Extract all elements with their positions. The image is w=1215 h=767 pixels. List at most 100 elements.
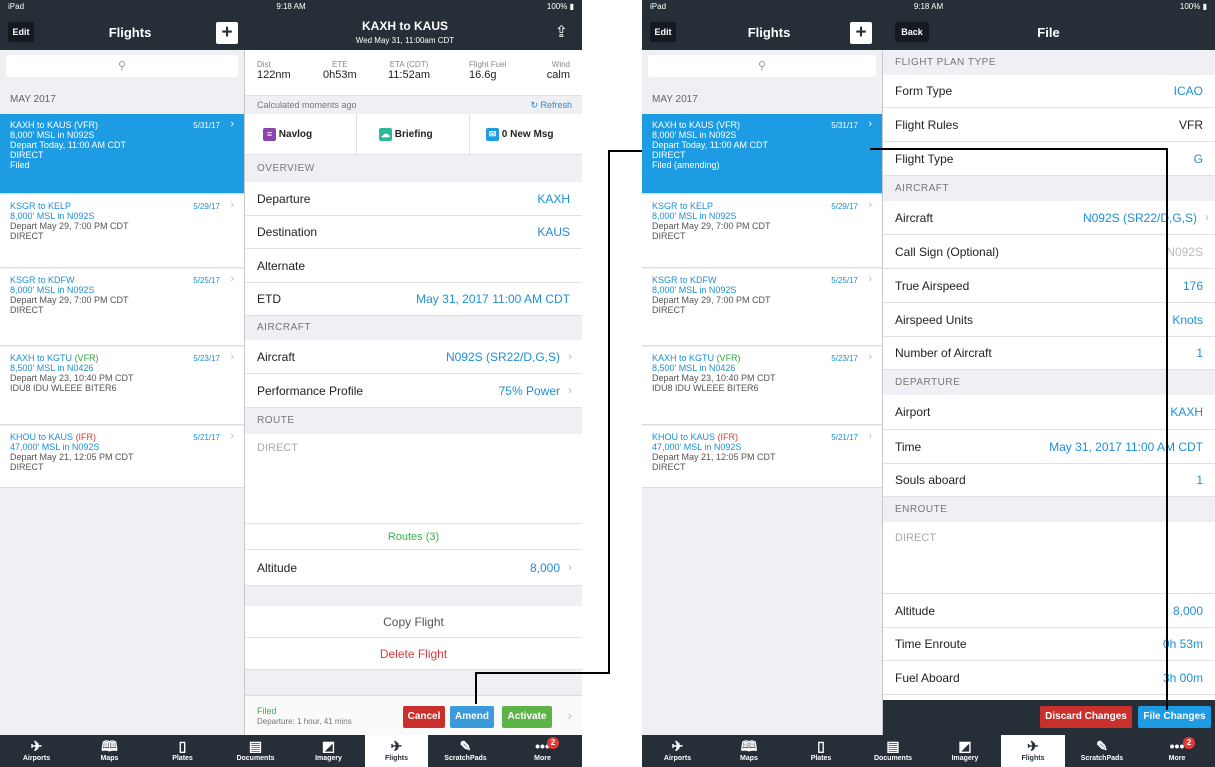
connector-line (608, 150, 642, 152)
add-flight-button[interactable]: + (216, 22, 238, 44)
aircraft-row[interactable]: Aircraft N092S (SR22/D,G,S) › (245, 340, 582, 374)
from: KHOU (652, 432, 679, 442)
message-icon: ✉ (486, 128, 499, 141)
flight-list: ⚲ MAY 2017 KAXH to KAUS (VFR) 8,000' MSL… (0, 50, 245, 735)
summary-value: 122nm (257, 69, 291, 81)
tab-maps[interactable]: 🕮 Maps (73, 735, 146, 767)
flight-item-selected[interactable]: KAXH to KAUS (VFR) 8,000' MSL in N092S D… (0, 114, 244, 194)
route-editor[interactable]: DIRECT (245, 434, 582, 524)
altitude-text: 8,000' MSL in N092S (652, 285, 737, 295)
navlog-button[interactable]: ≡ Navlog (245, 114, 357, 155)
routes-button[interactable]: Routes (3) (245, 524, 582, 550)
tab-more[interactable]: ••• More 2 (503, 735, 582, 767)
tab-flights[interactable]: ✈ Flights (365, 735, 428, 767)
refresh-button[interactable]: ↻ Refresh (530, 100, 572, 111)
tab-scratchpads[interactable]: ✎ ScratchPads (428, 735, 503, 767)
to: KAUS (690, 432, 716, 442)
quick-actions: ≡ Navlog ☁ Briefing ✉ 0 New Msg (245, 114, 582, 155)
share-icon[interactable]: ⇪ (555, 22, 568, 42)
chevron-right-icon: › (868, 351, 872, 363)
briefing-button[interactable]: ☁ Briefing (357, 114, 470, 155)
add-flight-button[interactable]: + (850, 22, 872, 44)
amend-button[interactable]: Amend (450, 706, 494, 728)
route-text: IDU8 IDU WLEEE BITER6 (652, 383, 759, 393)
row-label: Aircraft (895, 210, 934, 225)
refresh-label: Refresh (540, 100, 572, 110)
flight-item[interactable]: KHOU to KAUS (IFR) 47,000' MSL in N092S … (642, 426, 882, 488)
flight-item[interactable]: KSGR to KDFW 8,000' MSL in N092S Depart … (0, 269, 244, 346)
flights-title: Flights (747, 25, 791, 40)
briefing-icon: ☁ (379, 128, 392, 141)
row-label: ETD (257, 292, 281, 306)
search-input[interactable]: ⚲ (6, 55, 238, 77)
month-header: MAY 2017 (10, 94, 56, 105)
row-label: Form Type (895, 84, 953, 98)
destination-row[interactable]: Destination KAUS (245, 216, 582, 249)
route-text: DIRECT (10, 150, 44, 160)
refresh-icon: ↻ (530, 100, 541, 110)
activate-button[interactable]: Activate (502, 706, 552, 728)
tab-label: Flights (385, 755, 408, 762)
tab-label: Documents (873, 755, 913, 762)
edit-button[interactable]: Edit (650, 22, 676, 42)
tab-maps[interactable]: 🕮 Maps (713, 735, 785, 767)
summary-value: calm (546, 69, 570, 81)
form-type-row[interactable]: Form Type ICAO (883, 75, 1215, 108)
route-field: DIRECT (257, 442, 298, 454)
tab-more[interactable]: ••• More 2 (1139, 735, 1215, 767)
depart-text: Depart Today, 11:00 AM CDT (652, 140, 769, 150)
tab-imagery[interactable]: ◩ Imagery (929, 735, 1001, 767)
rules: (IFR) (75, 432, 97, 442)
copy-flight-button[interactable]: Copy Flight (245, 606, 582, 638)
flight-item[interactable]: KAXH to KGTU (VFR) 8,500' MSL in N0426 D… (0, 347, 244, 425)
file-changes-button[interactable]: File Changes (1138, 706, 1211, 728)
departure-countdown: Departure: 1 hour, 41 mins (257, 717, 352, 726)
departure-row[interactable]: Departure KAXH (245, 182, 582, 216)
tab-label: Documents (236, 755, 275, 762)
flight-item[interactable]: KSGR to KELP 8,000' MSL in N092S Depart … (0, 195, 244, 268)
flight-rules-row[interactable]: Flight Rules VFR (883, 108, 1215, 142)
tab-scratchpads[interactable]: ✎ ScratchPads (1065, 735, 1139, 767)
search-input[interactable]: ⚲ (648, 55, 876, 77)
performance-row[interactable]: Performance Profile 75% Power › (245, 374, 582, 408)
from: KSGR (652, 201, 678, 211)
tab-documents[interactable]: ▤ Documents (219, 735, 292, 767)
flight-item[interactable]: KHOU to KAUS (IFR) 47,000' MSL in N092S … (0, 426, 244, 488)
notification-badge: 2 (547, 737, 559, 749)
summary-fuel: Flight Fuel 16.6g (469, 60, 506, 81)
tab-plates[interactable]: ▯ Plates (146, 735, 219, 767)
tab-plates[interactable]: ▯ Plates (785, 735, 857, 767)
flight-item-selected[interactable]: KAXH to KAUS (VFR) 8,000' MSL in N092S D… (642, 114, 882, 194)
row-value: 8,000 (1172, 603, 1203, 618)
tab-airports[interactable]: ✈ Airports (0, 735, 73, 767)
connector-line (1166, 148, 1168, 710)
messages-button[interactable]: ✉ 0 New Msg (470, 114, 582, 155)
etd-row[interactable]: ETD May 31, 2017 11:00 AM CDT (245, 283, 582, 316)
depart-text: Depart May 29, 7:00 PM CDT (10, 221, 129, 231)
summary-value: 11:52am (388, 69, 430, 81)
route-title: KAXH to KAUS (362, 19, 448, 33)
flight-item[interactable]: KAXH to KGTU (VFR) 8,500' MSL in N0426 D… (642, 347, 882, 425)
flight-item[interactable]: KSGR to KDFW 8,000' MSL in N092S Depart … (642, 269, 882, 346)
tab-label: Plates (810, 755, 832, 762)
tab-imagery[interactable]: ◩ Imagery (292, 735, 365, 767)
depart-text: Depart May 21, 12:05 PM CDT (10, 452, 134, 462)
alternate-row[interactable]: Alternate (245, 249, 582, 283)
airports-icon: ✈ (671, 738, 684, 754)
date: 5/23/17 (831, 354, 858, 363)
discard-changes-button[interactable]: Discard Changes (1040, 706, 1132, 728)
cancel-button[interactable]: Cancel (403, 706, 445, 728)
summary-ete: ETE 0h53m (323, 60, 357, 81)
tab-airports[interactable]: ✈ Airports (642, 735, 713, 767)
edit-button[interactable]: Edit (8, 22, 34, 42)
tab-label: More (534, 755, 551, 762)
tab-flights[interactable]: ✈ Flights (1001, 735, 1065, 767)
flight-item[interactable]: KSGR to KELP 8,000' MSL in N092S Depart … (642, 195, 882, 268)
altitude-row[interactable]: Altitude 8,000 › (245, 550, 582, 586)
tab-documents[interactable]: ▤ Documents (857, 735, 929, 767)
to: KDFW (690, 275, 717, 285)
delete-flight-button[interactable]: Delete Flight (245, 638, 582, 670)
status-bar: iPad 9:18 AM 100% ▮ (642, 0, 1215, 14)
depart-text: Depart May 23, 10:40 PM CDT (10, 373, 134, 383)
row-label: Destination (257, 225, 318, 239)
